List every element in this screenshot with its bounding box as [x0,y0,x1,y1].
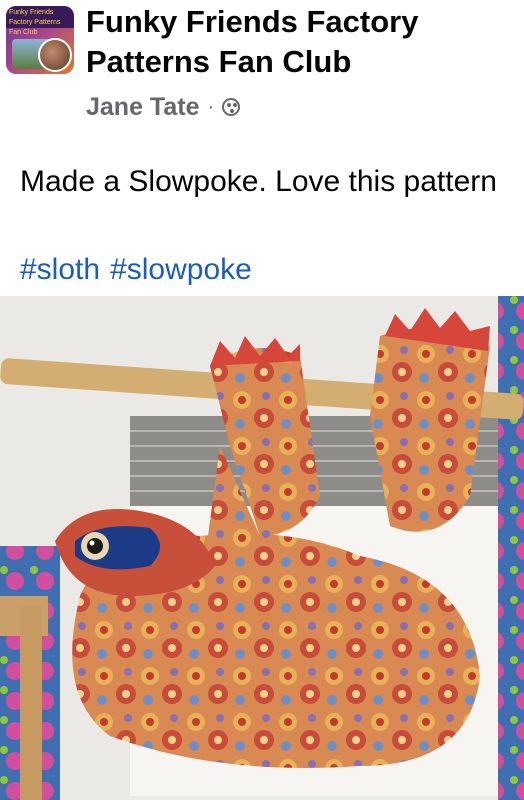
post-header: Funky Friends Factory Patterns Fan Club … [0,0,524,140]
hashtag-list: #sloth #slowpoke [20,250,262,290]
meta-separator: · [207,95,215,118]
author-avatar[interactable] [38,38,72,72]
hashtag-slowpoke-link[interactable]: #slowpoke [110,253,252,286]
wood-frame-post [20,606,42,800]
post-text: Made a Slowpoke. Love this pattern [20,165,497,198]
group-avatar[interactable]: Funky Friends Factory Patterns Fan Club [6,6,74,74]
quilt-right [498,296,524,800]
eye-pupil [87,538,103,554]
post-meta: Jane Tate · [86,92,241,122]
group-name-link[interactable]: Funky Friends Factory Patterns Fan Club [86,2,516,82]
sloth-plush-photo [0,296,524,800]
hashtag-sloth-link[interactable]: #sloth [20,253,100,286]
group-avatar-banner: Funky Friends Factory Patterns Fan Club [6,6,74,36]
author-name-link[interactable]: Jane Tate [86,93,199,122]
public-globe-icon[interactable] [222,98,241,116]
post-photo[interactable] [0,296,524,800]
